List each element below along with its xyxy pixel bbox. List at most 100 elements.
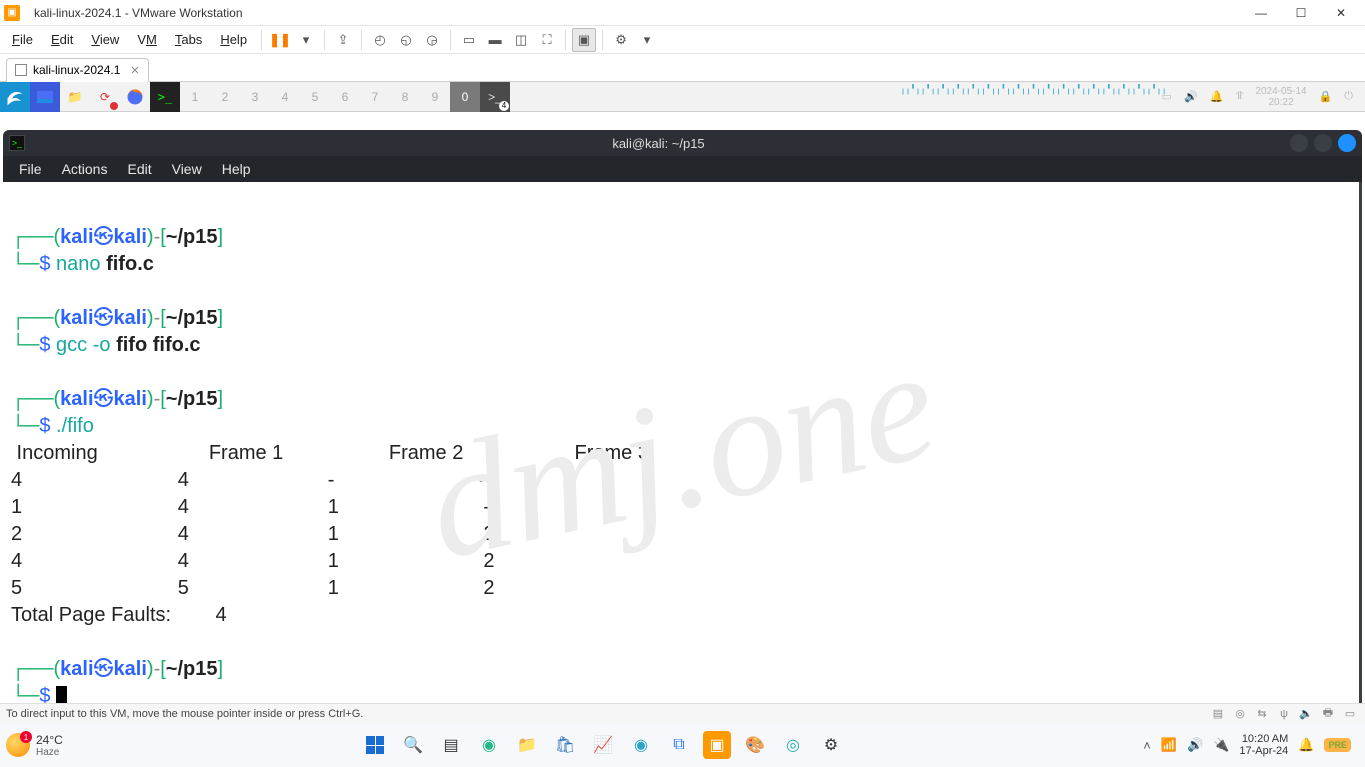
weather-icon [6, 733, 30, 757]
menu-edit[interactable]: Edit [43, 30, 81, 49]
terminal-window: >_ kali@kali: ~/p15 File Actions Edit Vi… [3, 130, 1362, 723]
copilot-icon[interactable]: ◎ [779, 731, 807, 759]
fit-window-icon[interactable]: ▬ [483, 28, 507, 52]
notifications-icon[interactable]: 🔔 [1210, 90, 1224, 103]
statusbar-hint: To direct input to this VM, move the mou… [6, 708, 363, 720]
kali-clock-time: 20:22 [1255, 97, 1306, 108]
updater-icon[interactable]: ⟳ [90, 82, 120, 112]
explorer-icon[interactable]: 📁 [513, 731, 541, 759]
snapshot-manage-icon[interactable]: ◶ [420, 28, 444, 52]
workspace-4[interactable]: 4 [270, 82, 300, 112]
taskbar-systray: ˄ 📶 🔊 🔌 10:20 AM 17-Apr-24 🔔 PRE [1143, 733, 1359, 757]
settings-icon[interactable]: ⚙ [817, 731, 845, 759]
systray-date: 17-Apr-24 [1239, 745, 1288, 757]
workspace-6[interactable]: 6 [330, 82, 360, 112]
workspace-2[interactable]: 2 [210, 82, 240, 112]
workspace-7[interactable]: 7 [360, 82, 390, 112]
minimize-button[interactable]: — [1241, 0, 1281, 26]
edge-icon[interactable]: ◉ [475, 731, 503, 759]
suspend-icon[interactable]: ❚❚ [268, 28, 292, 52]
terminal-menu-help[interactable]: Help [214, 159, 259, 179]
terminal-minimize-button[interactable] [1290, 134, 1308, 152]
workspace-9[interactable]: 9 [420, 82, 450, 112]
sb-sound-icon[interactable]: 🔈 [1297, 706, 1315, 722]
dropdown2-icon[interactable]: ▾ [635, 28, 659, 52]
panel-task-terminal[interactable]: >_4 [480, 82, 510, 112]
systray-time: 10:20 AM [1239, 733, 1288, 745]
terminal-menu-actions[interactable]: Actions [54, 159, 116, 179]
workspace-8[interactable]: 8 [390, 82, 420, 112]
search-icon[interactable]: 🔍 [399, 731, 427, 759]
vmware-taskbar-icon[interactable]: ▣ [703, 731, 731, 759]
kali-menu-icon[interactable] [0, 82, 30, 112]
vmware-statusbar: To direct input to this VM, move the mou… [0, 703, 1365, 723]
speaker-icon[interactable]: 🔊 [1187, 737, 1203, 753]
workspace-0[interactable]: 0 [450, 82, 480, 112]
menu-file[interactable]: File [4, 30, 41, 49]
panel-terminal-icon[interactable]: >_ [150, 82, 180, 112]
taskbar-weather[interactable]: 24°C Haze [6, 733, 63, 758]
snapshot-revert-icon[interactable]: ◵ [394, 28, 418, 52]
systray-clock[interactable]: 10:20 AM 17-Apr-24 [1239, 733, 1288, 757]
task-badge: 4 [499, 101, 509, 111]
pre-badge[interactable]: PRE [1324, 738, 1351, 752]
vscode-icon[interactable]: ⧉ [665, 731, 693, 759]
sb-network-icon[interactable]: ⇆ [1253, 706, 1271, 722]
menu-help[interactable]: Help [212, 30, 255, 49]
workspace-5[interactable]: 5 [300, 82, 330, 112]
terminal-body[interactable]: dmj.one ┌──(kali㉿kali)-[~/p15] └─$ nano … [3, 182, 1362, 723]
terminal-maximize-button[interactable] [1314, 134, 1332, 152]
battery-icon[interactable]: 🔌 [1213, 737, 1229, 753]
menu-vm[interactable]: VM [129, 30, 165, 49]
vm-tab-kali[interactable]: kali-linux-2024.1 ✕ [6, 58, 149, 82]
taskbar-center: 🔍 ▤ ◉ 📁 🛍 📈 ◉ ⧉ ▣ 🎨 ◎ ⚙ [63, 731, 1143, 759]
chevron-up-icon[interactable]: ˄ [1143, 738, 1151, 753]
sb-hdd-icon[interactable]: ▤ [1209, 706, 1227, 722]
file-manager-icon[interactable]: 📁 [60, 82, 90, 112]
maximize-button[interactable]: ☐ [1281, 0, 1321, 26]
app1-icon[interactable]: 📈 [589, 731, 617, 759]
removable-devices-icon[interactable]: ⚙ [609, 28, 633, 52]
taskview-icon[interactable]: ▤ [437, 731, 465, 759]
kali-clock[interactable]: 2024-05-14 20:22 [1255, 86, 1306, 108]
volume-icon[interactable]: 🔊 [1184, 90, 1198, 103]
terminal-menubar: File Actions Edit View Help [3, 156, 1362, 182]
paint-icon[interactable]: 🎨 [741, 731, 769, 759]
bell-icon[interactable]: 🔔 [1298, 737, 1314, 753]
store-icon[interactable]: 🛍 [551, 731, 579, 759]
workspace-1[interactable]: 1 [180, 82, 210, 112]
kali-systray: ▭ 🔊 🔔 ⥣ 2024-05-14 20:22 🔒 ⏻ [1162, 86, 1365, 108]
vm-tab-close-icon[interactable]: ✕ [130, 64, 139, 77]
fit-guest-icon[interactable]: ▭ [457, 28, 481, 52]
close-button[interactable]: ✕ [1321, 0, 1361, 26]
sb-display-icon[interactable]: ▭ [1341, 706, 1359, 722]
send-keys-icon[interactable]: ⇪ [331, 28, 355, 52]
menu-view[interactable]: View [83, 30, 127, 49]
network-icon[interactable]: ⥣ [1235, 90, 1243, 103]
unity-icon[interactable]: ◫ [509, 28, 533, 52]
terminal-menu-edit[interactable]: Edit [119, 159, 159, 179]
terminal-close-button[interactable] [1338, 134, 1356, 152]
snapshot-take-icon[interactable]: ◴ [368, 28, 392, 52]
lock-icon[interactable]: 🔒 [1319, 90, 1333, 103]
firefox-icon[interactable] [120, 82, 150, 112]
terminal-titlebar[interactable]: >_ kali@kali: ~/p15 [3, 130, 1362, 156]
console-icon[interactable]: ▣ [572, 28, 596, 52]
sb-usb-icon[interactable]: ψ [1275, 706, 1293, 722]
workspace-3[interactable]: 3 [240, 82, 270, 112]
power-icon[interactable]: ⏻ [1344, 90, 1353, 103]
wifi-icon[interactable]: 📶 [1161, 737, 1177, 753]
sb-cd-icon[interactable]: ◎ [1231, 706, 1249, 722]
cpu-graph: ╷╷╹╷╷╹╷╷╹╷╷╹╷╷╹╷╷╹╷╷╹╷╷╹╷╷╹╷╷╹╷╷╹╷╷╹╷╷╹╷… [900, 84, 1165, 104]
desktop-icon[interactable] [30, 82, 60, 112]
terminal-menu-file[interactable]: File [11, 159, 50, 179]
fullscreen-icon[interactable]: ⛶ [535, 28, 559, 52]
start-button[interactable] [361, 731, 389, 759]
dropdown-icon[interactable]: ▾ [294, 28, 318, 52]
edge2-icon[interactable]: ◉ [627, 731, 655, 759]
kali-clock-date: 2024-05-14 [1255, 86, 1306, 97]
vmware-app-icon: ▣ [4, 5, 20, 21]
menu-tabs[interactable]: Tabs [167, 30, 210, 49]
terminal-menu-view[interactable]: View [164, 159, 210, 179]
sb-printer-icon[interactable]: 🖶 [1319, 706, 1337, 722]
